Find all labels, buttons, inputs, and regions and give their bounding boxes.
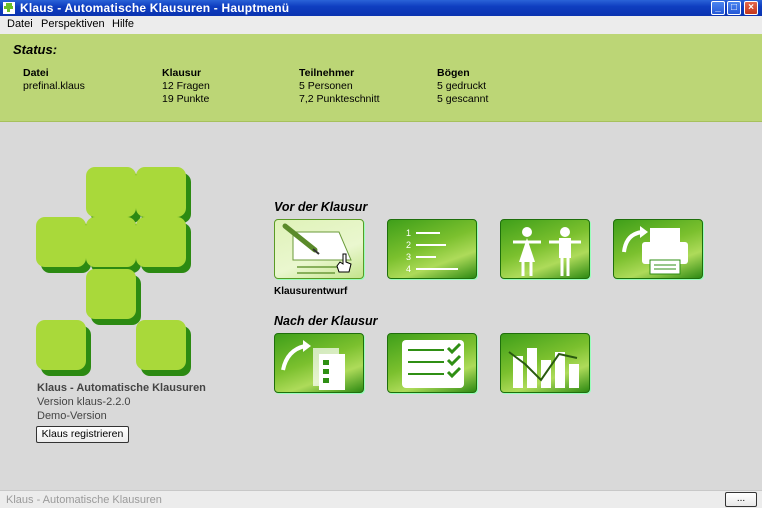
status-bar-more-button[interactable]: ...	[725, 492, 757, 507]
status-col-header: Teilnehmer	[299, 67, 355, 79]
status-value: 19 Punkte	[162, 93, 210, 105]
status-col-header: Bögen	[437, 67, 470, 79]
app-icon	[3, 2, 15, 14]
list-number-4: 4	[406, 264, 411, 274]
status-col-teilnehmer: Teilnehmer 5 Personen 7,2 Punkteschnitt	[299, 67, 380, 106]
status-value: prefinal.klaus	[23, 80, 85, 92]
printer-icon	[622, 226, 688, 275]
status-value: 5 gescannt	[437, 93, 489, 105]
list-number-1: 1	[406, 228, 411, 238]
status-col-datei: Datei prefinal.klaus	[23, 67, 85, 93]
app-edition: Demo-Version	[37, 410, 107, 422]
scan-button[interactable]	[274, 333, 364, 393]
statistics-button[interactable]	[500, 333, 590, 393]
klaus-logo	[30, 165, 200, 375]
status-value: 5 gedruckt	[437, 80, 487, 92]
minimize-button[interactable]: _	[711, 1, 725, 15]
list-number-2: 2	[406, 240, 411, 250]
checklist-icon	[402, 340, 464, 388]
menu-perspektiven[interactable]: Perspektiven	[41, 18, 105, 30]
close-button[interactable]: ×	[744, 1, 758, 15]
scan-sheets-icon	[281, 340, 345, 390]
draft-document-icon	[282, 223, 352, 274]
status-panel: Status: Datei prefinal.klaus Klausur 12 …	[0, 34, 762, 122]
questions-list-button[interactable]: 1 2 3 4	[387, 219, 477, 279]
exam-draft-button[interactable]	[274, 219, 364, 279]
status-col-boegen: Bögen 5 gedruckt 5 gescannt	[437, 67, 488, 106]
maximize-button[interactable]: □	[727, 1, 741, 15]
status-bar: Klaus - Automatische Klausuren ...	[0, 490, 762, 508]
status-bar-text: Klaus - Automatische Klausuren	[6, 494, 162, 506]
app-name: Klaus - Automatische Klausuren	[37, 382, 206, 394]
status-col-klausur: Klausur 12 Fragen 19 Punkte	[162, 67, 210, 106]
status-col-header: Klausur	[162, 67, 202, 79]
status-value: 7,2 Punkteschnitt	[299, 93, 380, 105]
print-button[interactable]	[613, 219, 703, 279]
status-col-header: Datei	[23, 67, 49, 79]
status-heading: Status:	[13, 42, 58, 57]
list-number-3: 3	[406, 252, 411, 262]
grading-button[interactable]	[387, 333, 477, 393]
app-version: Version klaus-2.2.0	[37, 396, 131, 408]
numbered-list-icon: 1 2 3 4	[406, 228, 458, 274]
participants-button[interactable]	[500, 219, 590, 279]
register-button[interactable]: Klaus registrieren	[36, 426, 129, 443]
status-value: 5 Personen	[299, 80, 353, 92]
menu-datei[interactable]: Datei	[7, 18, 33, 30]
section-before-exam: Vor der Klausur	[274, 200, 368, 214]
window-title: Klaus - Automatische Klausuren - Hauptme…	[20, 1, 290, 15]
exam-draft-label: Klausurentwurf	[274, 286, 348, 297]
menu-bar: Datei Perspektiven Hilfe	[0, 16, 762, 34]
people-icon	[513, 227, 581, 276]
bar-chart-icon	[508, 348, 579, 388]
status-value: 12 Fragen	[162, 80, 210, 92]
menu-hilfe[interactable]: Hilfe	[112, 18, 134, 30]
section-after-exam: Nach der Klausur	[274, 314, 378, 328]
title-bar: Klaus - Automatische Klausuren - Hauptme…	[0, 0, 762, 16]
